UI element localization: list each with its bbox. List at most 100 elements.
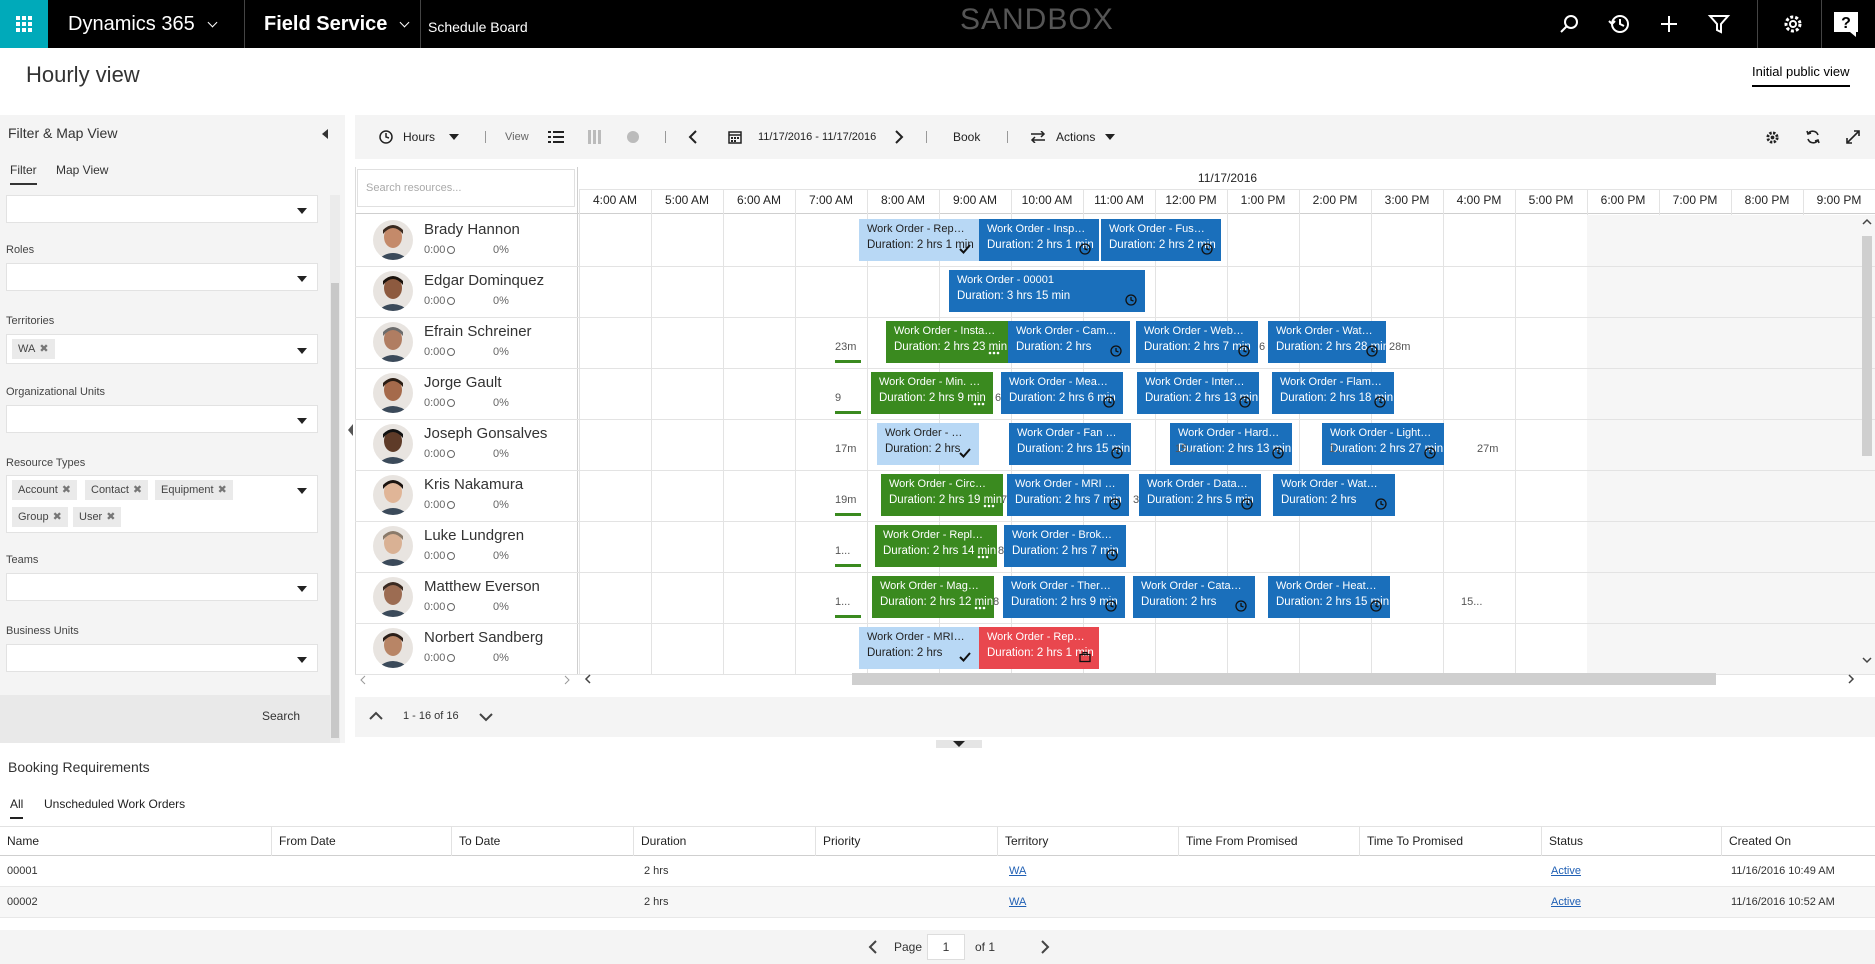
page-down-icon[interactable] xyxy=(479,712,493,722)
column-header-name[interactable]: Name xyxy=(0,826,272,856)
column-header-territory[interactable]: Territory xyxy=(998,826,1179,856)
remove-chip-icon[interactable]: ✖ xyxy=(53,511,62,523)
resource-row[interactable]: Norbert Sandberg 0:00 0% xyxy=(355,623,577,674)
resource-name[interactable]: Jorge Gault xyxy=(424,374,502,391)
resource-row[interactable]: Matthew Everson 0:00 0% xyxy=(355,572,577,623)
help-icon[interactable]: ? xyxy=(1832,10,1860,38)
booking-card[interactable]: Work Order - Inspectio... Duration: 2 hrs… xyxy=(979,219,1099,261)
collapse-panel-icon[interactable] xyxy=(322,129,328,139)
territories-dropdown[interactable]: WA ✖ xyxy=(6,334,318,364)
resource-name[interactable]: Efrain Schreiner xyxy=(424,323,532,340)
more-icon[interactable] xyxy=(974,600,986,612)
panel-splitter-icon[interactable] xyxy=(347,420,355,440)
booking-card[interactable]: Work Order - Fan not w... Duration: 2 hrs… xyxy=(1009,423,1131,465)
resource-hscrollbar[interactable] xyxy=(356,673,576,685)
app-launcher-button[interactable] xyxy=(0,0,48,48)
previous-date-button[interactable] xyxy=(688,115,698,159)
booking-card[interactable]: Work Order - Camera is... Duration: 2 hrs xyxy=(1008,321,1130,363)
cell-territory-link[interactable]: WA xyxy=(1009,896,1026,908)
resource-types-dropdown[interactable]: Account ✖ Contact ✖ Equipment ✖ Group ✖ User… xyxy=(6,475,318,533)
timeline-scrollbar-thumb[interactable] xyxy=(852,673,1716,685)
remove-chip-icon[interactable]: ✖ xyxy=(39,343,48,355)
remove-chip-icon[interactable]: ✖ xyxy=(62,484,71,496)
booking-card[interactable]: Work Order - Fuse out Duration: 2 hrs 2 m… xyxy=(1101,219,1221,261)
actions-menu[interactable]: Actions xyxy=(1030,115,1116,159)
scroll-right-icon[interactable] xyxy=(1846,674,1856,684)
resource-row[interactable]: Joseph Gonsalves 0:00 0% xyxy=(355,419,577,470)
gear-icon[interactable] xyxy=(1781,12,1805,36)
column-header-created-on[interactable]: Created On xyxy=(1722,826,1875,856)
resource-name[interactable]: Kris Nakamura xyxy=(424,476,523,493)
column-header-priority[interactable]: Priority xyxy=(816,826,998,856)
scrollbar-thumb[interactable] xyxy=(331,283,339,738)
resource-search-input[interactable]: Search resources... xyxy=(357,169,575,207)
column-header-time-from-promised[interactable]: Time From Promised xyxy=(1179,826,1360,856)
booking-card[interactable]: Work Order - Catalog i... Duration: 2 hrs xyxy=(1133,576,1255,618)
booking-card[interactable]: Work Order - Internet c... Duration: 2 hr… xyxy=(1137,372,1259,414)
column-header-duration[interactable]: Duration xyxy=(634,826,816,856)
search-button[interactable]: Search xyxy=(262,709,300,723)
roles-dropdown[interactable] xyxy=(6,263,318,291)
tab-unscheduled-work-orders[interactable]: Unscheduled Work Orders xyxy=(44,797,185,817)
time-scale-dropdown[interactable]: Hours xyxy=(379,115,460,159)
org-units-dropdown[interactable] xyxy=(6,405,318,433)
resource-name[interactable]: Matthew Everson xyxy=(424,578,540,595)
filter-icon[interactable] xyxy=(1707,12,1731,36)
resource-name[interactable]: Norbert Sandberg xyxy=(424,629,543,646)
booking-card[interactable]: Work Order - Flame sha... Duration: 2 hrs… xyxy=(1272,372,1394,414)
map-view-button[interactable] xyxy=(626,115,640,159)
view-selector-tab[interactable]: Initial public view xyxy=(1752,64,1850,87)
more-icon[interactable] xyxy=(973,396,985,408)
booking-card[interactable]: Work Order - 00001 Duration: 3 hrs 15 min xyxy=(949,270,1145,312)
history-icon[interactable] xyxy=(1607,12,1631,36)
booking-card[interactable]: Work Order - Replace ... Duration: 2 hrs … xyxy=(859,219,979,261)
resource-row[interactable]: Efrain Schreiner 0:00 0% xyxy=(355,317,577,368)
table-row[interactable]: 00001 2 hrs WA Active 11/16/2016 10:49 A… xyxy=(0,856,1875,887)
scroll-left-icon[interactable] xyxy=(583,674,593,684)
resource-name[interactable]: Edgar Dominquez xyxy=(424,272,544,289)
vertical-view-button[interactable] xyxy=(588,115,602,159)
resource-row[interactable]: Jorge Gault 0:00 0% xyxy=(355,368,577,419)
tab-all[interactable]: All xyxy=(10,797,24,819)
unnamed-filter-dropdown[interactable] xyxy=(6,195,318,223)
resource-name[interactable]: Luke Lundgren xyxy=(424,527,524,544)
more-icon[interactable] xyxy=(988,345,1000,357)
column-header-status[interactable]: Status xyxy=(1542,826,1722,856)
plus-icon[interactable] xyxy=(1657,12,1681,36)
booking-card[interactable]: Work Order - Install Ne... Duration: 2 hr… xyxy=(886,321,1008,363)
booking-card[interactable]: Work Order - Circuit Re... Duration: 2 hr… xyxy=(881,474,1003,516)
resource-row[interactable]: Brady Hannon 0:00 0% xyxy=(355,215,577,266)
column-header-time-to-promised[interactable]: Time To Promised xyxy=(1360,826,1542,856)
booking-card[interactable]: Work Order - Data file c... Duration: 2 h… xyxy=(1139,474,1261,516)
cell-status-link[interactable]: Active xyxy=(1551,865,1581,877)
breadcrumb-schedule-board[interactable]: Schedule Board xyxy=(428,0,528,48)
date-picker[interactable]: 11/17/2016 - 11/17/2016 xyxy=(728,115,876,159)
page-number-input[interactable]: 1 xyxy=(927,934,965,960)
more-icon[interactable] xyxy=(977,549,989,561)
booking-card[interactable]: Work Order - Broken T... Duration: 2 hrs … xyxy=(1004,525,1126,567)
requirements-splitter[interactable] xyxy=(936,740,982,748)
chevron-right-icon[interactable] xyxy=(1040,940,1050,954)
remove-chip-icon[interactable]: ✖ xyxy=(218,484,227,496)
resource-row[interactable]: Luke Lundgren 0:00 0% xyxy=(355,521,577,572)
search-icon[interactable] xyxy=(1557,12,1581,36)
page-up-icon[interactable] xyxy=(369,711,383,721)
teams-dropdown[interactable] xyxy=(6,573,318,601)
cell-territory-link[interactable]: WA xyxy=(1009,865,1026,877)
column-header-to-date[interactable]: To Date xyxy=(452,826,634,856)
booking-card[interactable]: Work Order - Magnetis... Duration: 2 hrs … xyxy=(872,576,994,618)
booking-card[interactable]: Work Order - Thermost... Duration: 2 hrs … xyxy=(1003,576,1125,618)
board-settings-button[interactable] xyxy=(1765,115,1780,159)
cell-status-link[interactable]: Active xyxy=(1551,896,1581,908)
booking-card[interactable]: Work Order - Replace Sl... Duration: 2 hr… xyxy=(875,525,997,567)
booking-card[interactable]: Work Order - Water pr... Duration: 2 hrs xyxy=(1273,474,1395,516)
scroll-down-icon[interactable] xyxy=(1862,656,1872,664)
list-view-button[interactable] xyxy=(548,115,564,159)
scroll-up-icon[interactable] xyxy=(1862,218,1872,226)
booking-card[interactable]: Work Order - Heating fl... Duration: 2 hr… xyxy=(1268,576,1390,618)
table-row[interactable]: 00002 2 hrs WA Active 11/16/2016 10:52 A… xyxy=(0,887,1875,918)
booking-card[interactable]: Work Order - MRI Sanit... Duration: 2 hrs xyxy=(859,627,979,669)
booking-card[interactable]: Work Order - Repla...Duration: 2 hrs xyxy=(877,423,979,465)
booking-card[interactable]: Work Order - Replace ... Duration: 2 hrs … xyxy=(979,627,1099,669)
booking-card[interactable]: Work Order - Min. Diag... Duration: 2 hrs… xyxy=(871,372,993,414)
